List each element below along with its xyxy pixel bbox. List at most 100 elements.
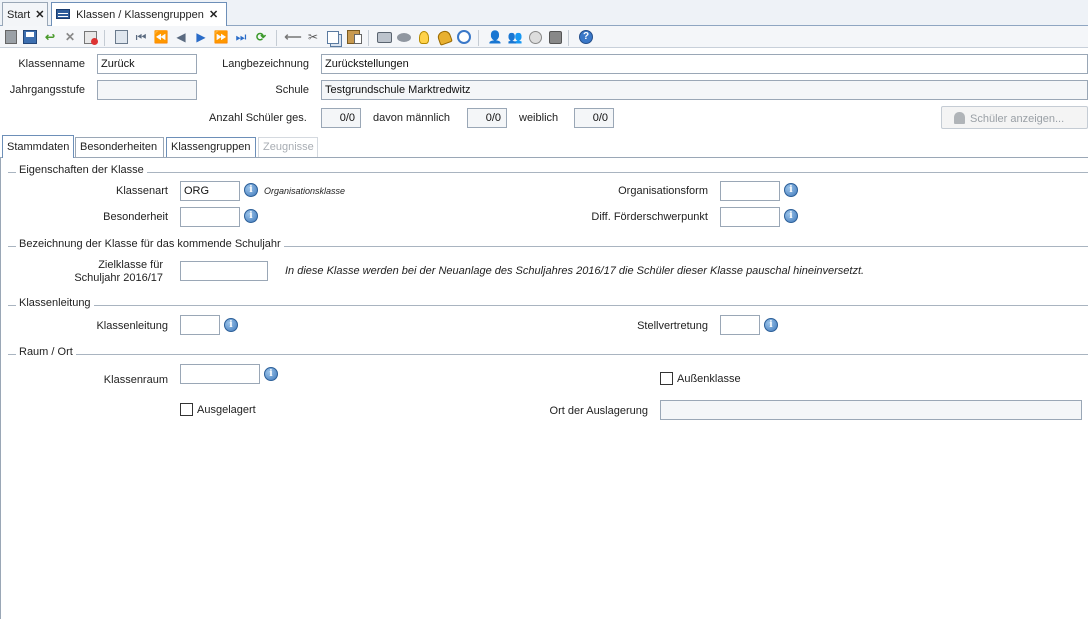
toolbar-separator xyxy=(568,30,569,46)
section-klassenleitung-title: Klassenleitung xyxy=(16,297,94,309)
info-icon[interactable]: i xyxy=(244,209,258,223)
klassenart-hint: Organisationsklasse xyxy=(264,186,346,196)
zielklasse-label-line1: Zielklasse für xyxy=(98,259,163,271)
save-icon[interactable] xyxy=(22,29,38,45)
section-kommendes-schuljahr: Bezeichnung der Klasse für das kommende … xyxy=(8,238,1088,252)
klassenraum-field[interactable] xyxy=(180,364,260,384)
prev-icon[interactable]: ◀ xyxy=(173,29,189,45)
bell-icon[interactable] xyxy=(435,28,453,46)
besonderheit-label: Besonderheit xyxy=(103,211,168,223)
maennlich-label: davon männlich xyxy=(373,112,451,124)
tab-klassen-label: Klassen / Klassengruppen xyxy=(76,9,204,21)
tab-stammdaten-label: Stammdaten xyxy=(7,141,70,153)
close-icon[interactable]: ✕ xyxy=(35,9,44,21)
weiblich-field: 0/0 xyxy=(574,108,614,128)
copy-record-icon[interactable] xyxy=(113,29,129,45)
section-eigenschaften-title: Eigenschaften der Klasse xyxy=(16,164,147,176)
back-arrow-icon[interactable]: ⟵ xyxy=(284,29,301,45)
schule-field[interactable]: Testgrundschule Marktredwitz xyxy=(321,80,1088,100)
prev-page-icon[interactable]: ⏪ xyxy=(153,29,169,45)
stellvertretung-label: Stellvertretung xyxy=(637,320,708,332)
zielklasse-field[interactable] xyxy=(180,261,268,281)
cut-icon[interactable]: ✂ xyxy=(305,29,321,45)
table-window-icon xyxy=(56,9,70,19)
info-icon[interactable]: i xyxy=(224,318,238,332)
ausgelagert-checkbox[interactable] xyxy=(180,403,193,416)
ort-auslagerung-label: Ort der Auslagerung xyxy=(549,405,648,417)
tab-start[interactable]: Start ✕ xyxy=(2,2,48,26)
close-icon[interactable]: ✕ xyxy=(209,9,218,21)
klassenart-field[interactable]: ORG xyxy=(180,181,240,201)
schueler-anzeigen-button[interactable]: Schüler anzeigen... xyxy=(941,106,1088,129)
klassenart-label: Klassenart xyxy=(116,185,168,197)
zielklasse-label-line2: Schuljahr 2016/17 xyxy=(74,272,163,284)
users-edit-icon[interactable]: 👥 xyxy=(507,29,523,45)
jahrgangsstufe-label: Jahrgangsstufe xyxy=(9,84,85,96)
delete-icon[interactable]: ✕ xyxy=(62,29,78,45)
undo-icon[interactable]: ↩ xyxy=(42,29,58,45)
anzahl-field: 0/0 xyxy=(321,108,361,128)
toolbar-separator xyxy=(478,30,479,46)
inner-tab-baseline xyxy=(0,157,1088,158)
users-settings-icon[interactable] xyxy=(527,29,543,45)
schule-label: Schule xyxy=(275,84,309,96)
stellvertretung-field[interactable] xyxy=(720,315,760,335)
tab-stammdaten[interactable]: Stammdaten xyxy=(2,135,75,158)
first-icon[interactable]: ⏮ xyxy=(133,29,149,45)
jahrgangsstufe-field[interactable] xyxy=(97,80,197,100)
tab-zeugnisse[interactable]: Zeugnisse xyxy=(258,137,318,157)
last-icon[interactable]: ⏭ xyxy=(233,29,249,45)
tab-klassengruppen-label: Klassengruppen xyxy=(171,141,251,153)
weiblich-label: weiblich xyxy=(519,112,559,124)
refresh-icon[interactable]: ⟳ xyxy=(253,29,269,45)
print-icon[interactable] xyxy=(376,29,392,45)
maennlich-field: 0/0 xyxy=(467,108,507,128)
klassenraum-label: Klassenraum xyxy=(103,374,168,386)
tab-besonderheiten[interactable]: Besonderheiten xyxy=(75,137,164,157)
info-icon[interactable]: i xyxy=(264,367,278,381)
help-icon[interactable]: ? xyxy=(578,29,594,45)
content-panel-border xyxy=(0,157,1,619)
aussenklasse-label: Außenklasse xyxy=(677,373,741,385)
delete-list-icon[interactable] xyxy=(82,29,98,45)
users-icon[interactable]: 👤 xyxy=(487,29,503,45)
clock-icon[interactable] xyxy=(456,29,472,45)
next-page-icon[interactable]: ⏩ xyxy=(213,29,229,45)
tab-klassen[interactable]: Klassen / Klassengruppen ✕ xyxy=(51,2,227,27)
schueler-anzeigen-label: Schüler anzeigen... xyxy=(970,113,1065,125)
preview-icon[interactable] xyxy=(396,29,412,45)
info-icon[interactable]: i xyxy=(764,318,778,332)
tab-klassengruppen[interactable]: Klassengruppen xyxy=(166,137,256,157)
section-klassenleitung: Klassenleitung xyxy=(8,297,1088,311)
ort-auslagerung-field[interactable] xyxy=(660,400,1082,420)
klassenname-field[interactable]: Zurück xyxy=(97,54,197,74)
klassenleitung-label: Klassenleitung xyxy=(96,320,168,332)
next-icon[interactable]: ▶ xyxy=(193,29,209,45)
toolbar-separator xyxy=(276,30,277,46)
zielklasse-hint: In diese Klasse werden bei der Neuanlage… xyxy=(285,265,865,277)
tab-besonderheiten-label: Besonderheiten xyxy=(80,141,158,153)
besonderheit-field[interactable] xyxy=(180,207,240,227)
foerderschwerpunkt-field[interactable] xyxy=(720,207,780,227)
tab-start-label: Start xyxy=(7,9,31,21)
organisationsform-field[interactable] xyxy=(720,181,780,201)
paste-icon[interactable] xyxy=(345,29,362,45)
ausgelagert-label: Ausgelagert xyxy=(197,404,256,416)
info-icon[interactable]: i xyxy=(784,183,798,197)
klassenname-label: Klassenname xyxy=(18,58,85,70)
klassenleitung-field[interactable] xyxy=(180,315,220,335)
section-eigenschaften: Eigenschaften der Klasse xyxy=(8,164,1088,178)
bulb-icon[interactable] xyxy=(416,29,432,45)
toolbar-separator xyxy=(368,30,369,46)
foerderschwerpunkt-label: Diff. Förderschwerpunkt xyxy=(591,211,708,223)
copy-icon[interactable] xyxy=(325,29,341,45)
users-export-icon[interactable] xyxy=(547,29,563,45)
section-raum-ort: Raum / Ort xyxy=(8,346,1088,360)
aussenklasse-checkbox[interactable] xyxy=(660,372,673,385)
info-icon[interactable]: i xyxy=(784,209,798,223)
info-icon[interactable]: i xyxy=(244,183,258,197)
new-icon[interactable] xyxy=(3,29,19,45)
anzahl-label: Anzahl Schüler ges. xyxy=(209,112,307,124)
langbezeichnung-field[interactable]: Zurückstellungen xyxy=(321,54,1088,74)
tab-zeugnisse-label: Zeugnisse xyxy=(263,141,314,153)
